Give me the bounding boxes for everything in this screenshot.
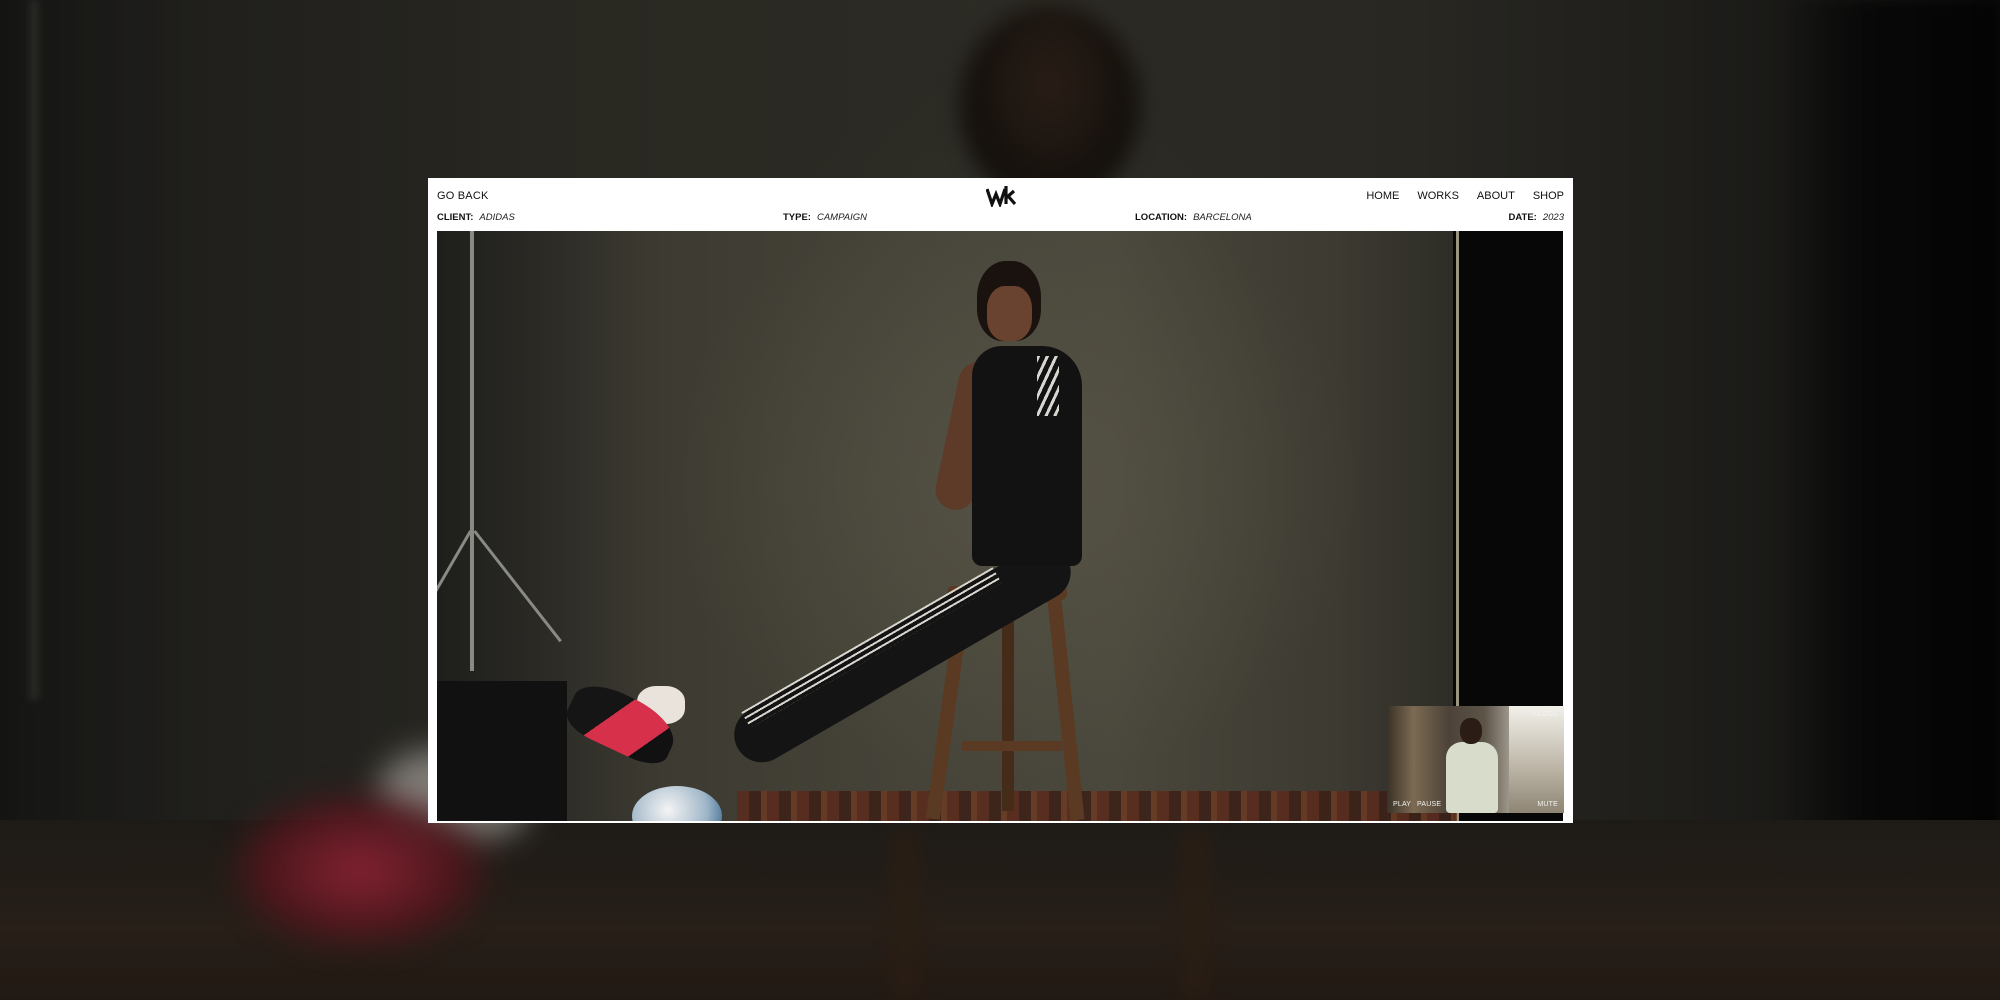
type-value: CAMPAIGN (816, 212, 867, 223)
location-label: LOCATION: (1135, 212, 1188, 223)
video-player[interactable]: CLOSE PLAY PAUSE MUTE (1387, 706, 1564, 813)
mute-button[interactable]: MUTE (1537, 801, 1558, 808)
main-nav: HOME WORKS ABOUT SHOP (1366, 190, 1564, 202)
wk-logo[interactable] (986, 185, 1016, 207)
nav-home[interactable]: HOME (1366, 190, 1399, 202)
meta-location: LOCATION: BARCELONA (1135, 212, 1252, 223)
client-label: CLIENT: (437, 212, 474, 223)
client-value: ADIDAS (479, 212, 515, 223)
go-back-link[interactable]: GO BACK (437, 190, 489, 202)
top-bar: GO BACK HOME WORKS ABOUT SHOP (428, 178, 1573, 218)
location-value: BARCELONA (1193, 212, 1252, 223)
close-button[interactable]: CLOSE (1533, 711, 1558, 718)
type-label: TYPE: (783, 212, 811, 223)
date-label: DATE: (1508, 212, 1537, 223)
meta-client: CLIENT: ADIDAS (437, 212, 515, 223)
video-thumbnail (1442, 718, 1502, 813)
nav-works[interactable]: WORKS (1417, 190, 1459, 202)
nav-shop[interactable]: SHOP (1533, 190, 1564, 202)
date-value: 2023 (1542, 212, 1564, 223)
meta-type: TYPE: CAMPAIGN (783, 212, 867, 223)
meta-date: DATE: 2023 (1509, 212, 1564, 223)
pause-button[interactable]: PAUSE (1417, 801, 1441, 808)
play-button[interactable]: PLAY (1393, 801, 1411, 808)
nav-about[interactable]: ABOUT (1477, 190, 1515, 202)
